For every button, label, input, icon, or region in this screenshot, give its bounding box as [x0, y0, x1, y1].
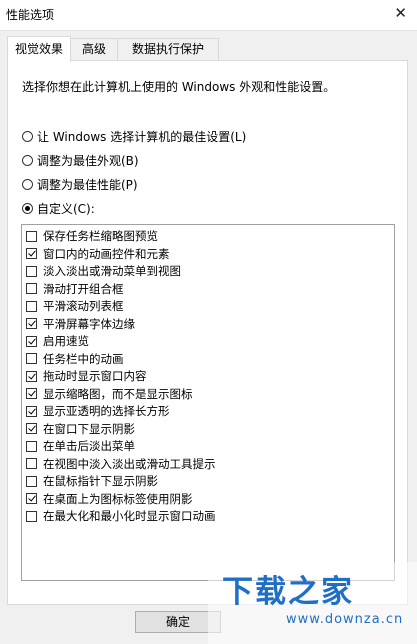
option-label: 平滑屏幕字体边缘 [43, 316, 135, 331]
checkbox[interactable] [26, 423, 37, 434]
effect-option[interactable]: 在桌面上为图标标签使用阴影 [26, 491, 193, 507]
effect-option[interactable]: 平滑滚动列表框 [26, 298, 124, 314]
checkbox[interactable] [26, 510, 37, 522]
description-text: 选择你想在此计算机上使用的 Windows 外观和性能设置。 [22, 80, 336, 94]
option-label: 显示亚透明的选择长方形 [43, 404, 170, 418]
checkbox[interactable] [26, 335, 37, 347]
effect-option[interactable]: 在鼠标指针下显示阴影 [26, 473, 158, 489]
option-label: 在单击后淡出菜单 [43, 439, 135, 453]
radio-indicator[interactable] [22, 178, 33, 190]
effect-option[interactable]: 任务栏中的动画 [26, 351, 124, 367]
radio-label: 自定义(C): [37, 201, 95, 216]
tab-visual-effects[interactable]: 视觉效果 [7, 36, 71, 62]
effect-option[interactable]: 在最大化和最小化时显示窗口动画 [26, 508, 216, 524]
option-label: 在鼠标指针下显示阴影 [43, 474, 158, 488]
radio-label: 调整为最佳性能(P) [37, 177, 138, 192]
option-label: 在窗口下显示阴影 [43, 421, 135, 436]
checkbox[interactable] [26, 300, 37, 312]
option-label: 淡入淡出或滑动菜单到视图 [43, 264, 181, 278]
close-icon[interactable]: ✕ [394, 4, 407, 22]
option-label: 显示缩略图，而不是显示图标 [43, 386, 193, 401]
effect-option[interactable]: 拖动时显示窗口内容 [26, 368, 147, 384]
option-label: 窗口内的动画控件和元素 [43, 246, 170, 261]
effect-option[interactable]: 显示缩略图，而不是显示图标 [26, 386, 193, 402]
checkbox[interactable] [26, 318, 37, 329]
effect-option[interactable]: 在窗口下显示阴影 [26, 421, 135, 437]
title-bar: 性能选项 ✕ [0, 0, 417, 31]
checkbox[interactable] [26, 230, 37, 242]
effect-option[interactable]: 平滑屏幕字体边缘 [26, 316, 135, 332]
option-label: 拖动时显示窗口内容 [43, 369, 147, 383]
radio-indicator[interactable] [22, 130, 33, 142]
radio-custom[interactable]: 自定义(C): [22, 199, 95, 217]
window-title: 性能选项 [6, 8, 55, 22]
watermark-logo: 下载之家 [222, 574, 354, 610]
option-label: 滑动打开组合框 [43, 281, 124, 296]
effect-option[interactable]: 滑动打开组合框 [26, 281, 124, 297]
checkbox[interactable] [26, 458, 37, 469]
effects-listbox[interactable]: 保存任务栏缩略图预览 窗口内的动画控件和元素 淡入淡出或滑动菜单到视图 滑动打开组合框… [21, 224, 395, 581]
option-label: 在视图中淡入淡出或滑动工具提示 [43, 456, 216, 471]
option-label: 平滑滚动列表框 [43, 299, 124, 313]
checkbox[interactable] [26, 265, 37, 277]
radio-best-performance[interactable]: 调整为最佳性能(P) [22, 175, 138, 193]
option-label: 启用速览 [43, 334, 89, 348]
checkbox[interactable] [26, 475, 37, 487]
tab-advanced[interactable]: 高级 [69, 38, 119, 60]
visual-effects-panel: 选择你想在此计算机上使用的 Windows 外观和性能设置。 让 Windows… [7, 60, 408, 605]
checkbox[interactable] [26, 353, 37, 364]
tab-data-execution-prevention[interactable]: 数据执行保护 [117, 38, 219, 60]
option-label: 任务栏中的动画 [43, 351, 124, 366]
checkbox[interactable] [26, 388, 37, 399]
radio-label: 让 Windows 选择计算机的最佳设置(L) [37, 129, 247, 144]
effect-option[interactable]: 启用速览 [26, 333, 89, 349]
checkbox[interactable] [26, 493, 37, 504]
effect-option[interactable]: 在单击后淡出菜单 [26, 438, 135, 454]
effect-option[interactable]: 在视图中淡入淡出或滑动工具提示 [26, 456, 216, 472]
watermark-url: www.downza.cn [286, 612, 404, 627]
checkbox[interactable] [26, 370, 37, 382]
option-label: 在桌面上为图标标签使用阴影 [43, 491, 193, 506]
watermark: 下载之家 www.downza.cn [208, 562, 417, 644]
checkbox[interactable] [26, 440, 37, 452]
radio-indicator[interactable] [22, 154, 33, 166]
radio-let-windows-choose[interactable]: 让 Windows 选择计算机的最佳设置(L) [22, 127, 246, 145]
effect-option[interactable]: 保存任务栏缩略图预览 [26, 228, 158, 244]
checkbox[interactable] [26, 248, 37, 259]
option-label: 在最大化和最小化时显示窗口动画 [43, 509, 216, 523]
effect-option[interactable]: 淡入淡出或滑动菜单到视图 [26, 263, 181, 279]
effect-option[interactable]: 窗口内的动画控件和元素 [26, 246, 170, 262]
radio-label: 调整为最佳外观(B) [37, 153, 139, 168]
checkbox[interactable] [26, 283, 37, 294]
effect-option[interactable]: 显示亚透明的选择长方形 [26, 403, 170, 419]
option-label: 保存任务栏缩略图预览 [43, 229, 158, 243]
radio-indicator[interactable] [22, 202, 33, 214]
radio-best-appearance[interactable]: 调整为最佳外观(B) [22, 151, 139, 169]
checkbox[interactable] [26, 405, 37, 417]
